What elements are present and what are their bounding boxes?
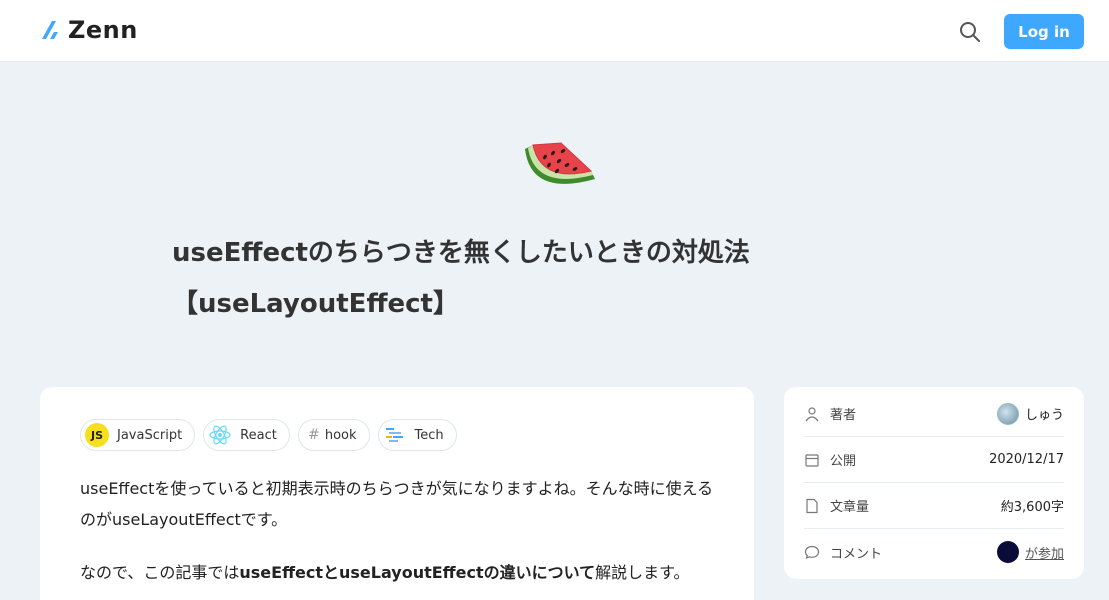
length-label-group: 文章量: [804, 496, 869, 515]
author-label-group: 著者: [804, 404, 856, 423]
zenn-logo-icon: [42, 21, 58, 39]
topic-list: JS JavaScript React # hook Tech: [80, 419, 457, 451]
topic-javascript[interactable]: JS JavaScript: [80, 419, 196, 451]
react-icon: [209, 425, 231, 445]
published-value: 2020/12/17: [989, 452, 1064, 467]
comment-label: コメント: [830, 546, 883, 562]
hash-icon: #: [307, 427, 320, 443]
author-label: 著者: [830, 408, 857, 423]
login-button[interactable]: Log in: [1004, 14, 1084, 49]
search-icon[interactable]: [958, 20, 982, 44]
comment-participants-link[interactable]: が参加: [1025, 543, 1064, 562]
tech-icon: [385, 428, 403, 442]
length-label: 文章量: [830, 500, 870, 515]
para2-text-post: 解説します。: [595, 563, 690, 582]
article-title: useEffectのちらつきを無くしたいときの対処法 【useLayoutEff…: [172, 228, 932, 330]
comment-row: コメント が参加: [804, 529, 1064, 575]
published-label: 公開: [830, 454, 857, 469]
topic-tech[interactable]: Tech: [377, 419, 457, 451]
author-name: しゅう: [1024, 408, 1064, 423]
para2-text-bold: useEffectとuseLayoutEffectの違いについて: [239, 563, 596, 582]
commenter-avatar: [996, 541, 1019, 563]
site-header: Zenn Log in: [0, 0, 1109, 62]
comment-icon: [804, 545, 820, 560]
article-title-line2: 【useLayoutEffect】: [172, 289, 459, 319]
published-row: 公開 2020/12/17: [804, 437, 1064, 483]
javascript-icon: JS: [85, 423, 109, 447]
user-icon: [805, 406, 819, 421]
article-paragraph-2: なので、この記事ではuseEffectとuseLayoutEffectの違いにつ…: [80, 557, 720, 588]
topic-react[interactable]: React: [203, 419, 290, 451]
topic-hook[interactable]: # hook: [297, 419, 370, 451]
comment-label-group: コメント: [804, 543, 882, 562]
zenn-logo[interactable]: Zenn: [40, 18, 138, 42]
logo-text: Zenn: [68, 16, 138, 44]
topic-label: React: [240, 427, 277, 443]
comment-participants[interactable]: が参加: [996, 541, 1064, 563]
topic-label: hook: [324, 427, 357, 443]
article-paragraph-1: useEffectを使っていると初期表示時のちらつきが気になりますよね。そんな時…: [80, 479, 714, 529]
article-info-card: 著者 しゅう 公開 2020/12/17 文章量 約3,600字 コメント が参…: [784, 387, 1084, 579]
article-body-card: JS JavaScript React # hook Tech useEffec…: [40, 387, 754, 600]
length-value: 約3,600字: [1000, 500, 1064, 515]
author-link[interactable]: しゅう: [996, 402, 1064, 425]
author-avatar: [996, 402, 1019, 425]
topic-label: JavaScript: [117, 427, 183, 443]
topic-label: Tech: [414, 427, 444, 443]
published-label-group: 公開: [804, 450, 856, 469]
length-row: 文章量 約3,600字: [804, 483, 1064, 529]
document-icon: [806, 498, 818, 513]
calendar-icon: [805, 453, 819, 467]
watermelon-emoji-icon: [525, 142, 595, 184]
author-row: 著者 しゅう: [804, 391, 1064, 437]
para2-text-pre: なので、この記事では: [80, 563, 240, 582]
article-title-line1: useEffectのちらつきを無くしたいときの対処法: [172, 238, 750, 268]
